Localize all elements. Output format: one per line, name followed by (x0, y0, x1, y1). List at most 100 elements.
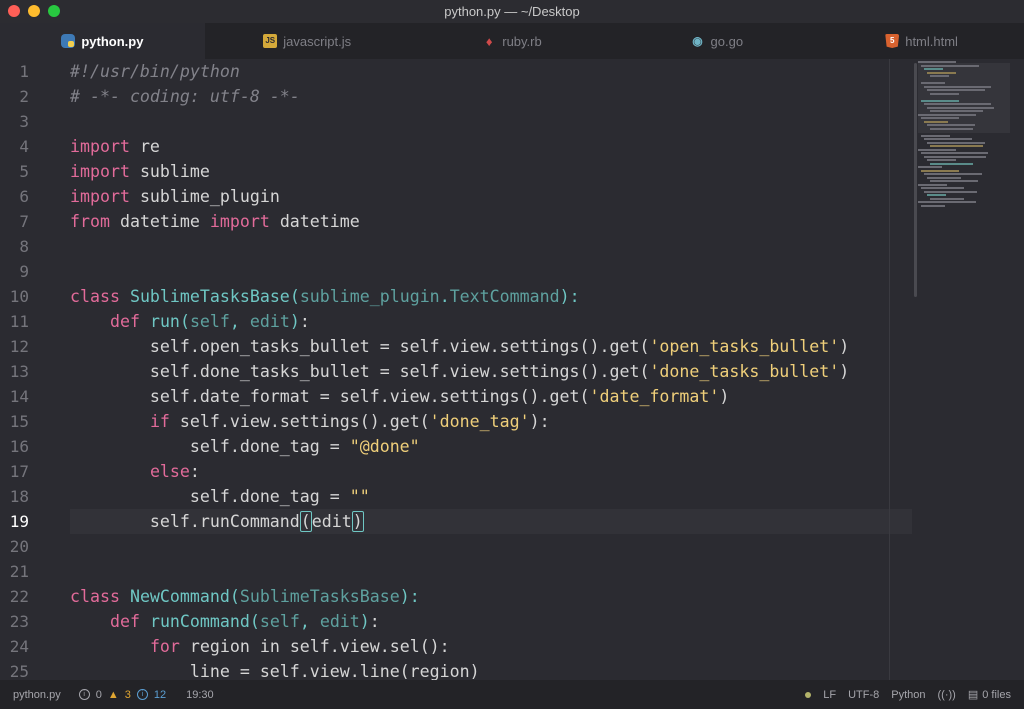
minimap-line (918, 166, 942, 168)
line-number[interactable]: 2 (0, 84, 58, 109)
minimap-line (921, 187, 965, 189)
line-number[interactable]: 11 (0, 309, 58, 334)
git-files-button[interactable]: ▤ 0 files (968, 688, 1011, 702)
minimap-line (927, 159, 956, 161)
line-number[interactable]: 15 (0, 409, 58, 434)
vertical-scrollbar[interactable] (914, 63, 917, 297)
minimap-line (924, 155, 987, 158)
code-line[interactable] (70, 109, 910, 134)
code-line[interactable]: else: (70, 459, 910, 484)
tab-python[interactable]: python.py (0, 23, 205, 59)
line-number[interactable]: 10 (0, 284, 58, 309)
info-icon[interactable]: i (136, 689, 148, 700)
line-ending[interactable]: LF (823, 689, 836, 701)
tab-html[interactable]: 5 html.html (819, 23, 1024, 59)
minimap-line (927, 71, 956, 74)
line-number[interactable]: 1 (0, 59, 58, 84)
info-count[interactable]: 12 (154, 689, 166, 701)
code-line[interactable]: from datetime import datetime (70, 209, 910, 234)
minimap-line (918, 201, 976, 203)
line-number[interactable]: 14 (0, 384, 58, 409)
code-line[interactable] (70, 234, 910, 259)
minimap-line (924, 138, 972, 140)
cursor-position[interactable]: 19:30 (186, 689, 214, 701)
line-number[interactable]: 4 (0, 134, 58, 159)
minimap[interactable] (918, 61, 1014, 261)
line-number[interactable]: 9 (0, 259, 58, 284)
wrap-guide (889, 59, 890, 680)
code-line[interactable]: class SublimeTasksBase(sublime_plugin.Te… (70, 284, 910, 309)
minimap-line (921, 204, 945, 207)
error-icon[interactable]: i (78, 689, 90, 700)
warning-icon[interactable]: ▲ (108, 689, 119, 701)
line-number[interactable]: 23 (0, 609, 58, 634)
line-number[interactable]: 20 (0, 534, 58, 559)
line-number[interactable]: 8 (0, 234, 58, 259)
line-number[interactable]: 25 (0, 659, 58, 680)
code-line[interactable]: def runCommand(self, edit): (70, 609, 910, 634)
line-number-gutter[interactable]: 1 2 3 4 5 6 7 8 9 10 11 12 13 14 15 16 17 18 19 20 21 22 23 24 2… (0, 59, 58, 680)
grammar[interactable]: Python (891, 689, 925, 701)
code-line[interactable]: self.done_tasks_bullet = self.view.setti… (70, 359, 910, 384)
warning-count[interactable]: 3 (125, 689, 131, 701)
line-number[interactable]: 16 (0, 434, 58, 459)
line-number[interactable]: 22 (0, 584, 58, 609)
code-line[interactable]: self.runCommand(edit) (70, 509, 912, 534)
line-number[interactable]: 18 (0, 484, 58, 509)
javascript-icon: JS (263, 34, 278, 48)
minimap-line (927, 141, 985, 144)
code-line[interactable]: def run(self, edit): (70, 309, 910, 334)
code-editor[interactable]: 1 2 3 4 5 6 7 8 9 10 11 12 13 14 15 16 17 18 19 20 21 22 23 24 2… (0, 59, 1024, 680)
code-line[interactable]: for region in self.view.sel(): (70, 634, 910, 659)
code-area[interactable]: #!/usr/bin/python # -*- coding: utf-8 -*-… (70, 59, 912, 680)
code-line[interactable]: import re (70, 134, 910, 159)
line-number[interactable]: 19 (0, 509, 58, 534)
code-line[interactable] (70, 534, 910, 559)
minimap-line (924, 120, 948, 123)
line-number[interactable]: 21 (0, 559, 58, 584)
line-number[interactable]: 6 (0, 184, 58, 209)
minimap-line (927, 89, 985, 91)
tab-ruby[interactable]: ♦ ruby.rb (410, 23, 615, 59)
code-line[interactable]: class NewCommand(SublimeTasksBase): (70, 584, 910, 609)
tab-go[interactable]: ◉ go.go (614, 23, 819, 59)
error-count[interactable]: 0 (96, 689, 102, 701)
broadcast-icon[interactable]: ((·)) (938, 689, 956, 701)
code-line[interactable]: #!/usr/bin/python (70, 59, 910, 84)
line-number[interactable]: 5 (0, 159, 58, 184)
code-line[interactable]: self.done_tag = "@done" (70, 434, 910, 459)
code-line[interactable]: import sublime (70, 159, 910, 184)
minimize-window-button[interactable] (28, 5, 40, 17)
line-number[interactable]: 17 (0, 459, 58, 484)
code-line[interactable]: # -*- coding: utf-8 -*- (70, 84, 910, 109)
files-count: 0 files (982, 688, 1011, 701)
minimap-line (930, 197, 964, 200)
code-line[interactable]: self.open_tasks_bullet = self.view.setti… (70, 334, 910, 359)
line-number[interactable]: 13 (0, 359, 58, 384)
code-line[interactable]: self.date_format = self.view.settings().… (70, 384, 910, 409)
line-number[interactable]: 24 (0, 634, 58, 659)
encoding[interactable]: UTF-8 (848, 689, 879, 701)
maximize-window-button[interactable] (48, 5, 60, 17)
code-line[interactable]: self.done_tag = "" (70, 484, 910, 509)
minimap-line (921, 82, 945, 84)
window-controls (8, 5, 60, 17)
tab-javascript[interactable]: JS javascript.js (205, 23, 410, 59)
minimap-line (921, 134, 950, 137)
close-window-button[interactable] (8, 5, 20, 17)
python-icon (61, 34, 76, 48)
minimap-line (930, 145, 983, 147)
status-bar: python.py i 0 ▲ 3 i 12 19:30 LF UTF-8 Py… (0, 680, 1024, 709)
line-number[interactable]: 7 (0, 209, 58, 234)
line-number[interactable]: 12 (0, 334, 58, 359)
tab-label: html.html (905, 33, 958, 49)
line-number[interactable]: 3 (0, 109, 58, 134)
code-line[interactable]: if self.view.settings().get('done_tag'): (70, 409, 910, 434)
code-line[interactable] (70, 559, 910, 584)
minimap-line (930, 110, 983, 112)
minimap-line (924, 173, 982, 175)
status-file-name[interactable]: python.py (13, 689, 61, 701)
code-line[interactable] (70, 259, 910, 284)
code-line[interactable]: line = self.view.line(region) (70, 659, 910, 680)
code-line[interactable]: import sublime_plugin (70, 184, 910, 209)
